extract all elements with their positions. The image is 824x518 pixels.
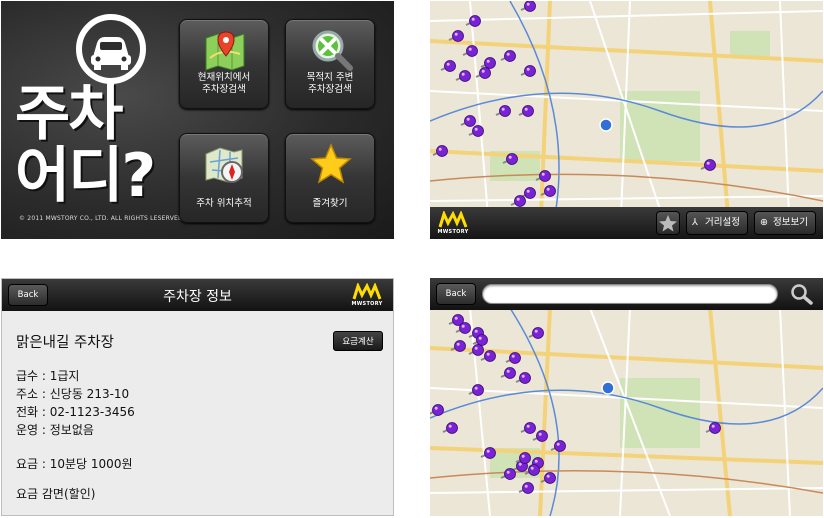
view-info-label: 정보보기 <box>773 217 808 228</box>
distance-icon: ⅄ <box>692 217 698 228</box>
info-navbar: Back 주차장 정보 MWSTORY <box>2 279 393 311</box>
map-compass-icon <box>205 147 243 183</box>
grade-text: 급수 : 1급지 <box>16 369 80 383</box>
operation-text: 운영 : 정보없음 <box>16 423 94 437</box>
back-button[interactable]: Back <box>436 283 476 305</box>
distance-setting-label: 거리설정 <box>705 217 740 228</box>
main-menu-screen: 주차 어디? © 2011 MWSTORY CO., LTD. ALL RIGH… <box>1 1 394 239</box>
map-canvas[interactable] <box>430 278 823 516</box>
mwstory-logo: MWSTORY <box>350 281 384 307</box>
parking-lot-name: 맑은내길 주차장 <box>16 335 114 351</box>
search-destination-parking-button[interactable]: 목적지 주변 주차장검색 <box>285 19 375 109</box>
map-pin-icon <box>205 31 245 71</box>
phone-text: 전화 : 02-1123-3456 <box>16 405 135 419</box>
favorite-toggle-button[interactable] <box>656 211 680 235</box>
fee-calculate-button[interactable]: 요금계산 <box>333 331 383 351</box>
current-location-marker <box>599 118 613 132</box>
map-toolbar: MWSTORY ⅄ 거리설정 ⊕ 정보보기 <box>430 207 823 239</box>
search-nearby-parking-button[interactable]: 현재위치에서 주차장검색 <box>179 19 269 109</box>
app-title-line1: 주차 <box>15 79 123 149</box>
search-x-icon <box>312 30 353 71</box>
search-nearby-parking-label: 현재위치에서 주차장검색 <box>197 72 251 95</box>
address-text: 주소 : 신당동 213-10 <box>16 387 130 401</box>
map-canvas[interactable] <box>430 1 823 239</box>
distance-setting-button[interactable]: ⅄ 거리설정 <box>686 211 748 235</box>
track-parking-location-button[interactable]: 주차 위치추적 <box>179 133 269 223</box>
app-title: 주차 어디? <box>15 79 156 211</box>
app-title-line2: 어디? <box>15 141 156 211</box>
mwstory-logo: MWSTORY <box>436 209 470 235</box>
star-icon <box>310 143 352 184</box>
search-map-screen: Back <box>430 278 823 516</box>
search-navbar: Back <box>430 278 823 310</box>
map-screen: MWSTORY ⅄ 거리설정 ⊕ 정보보기 <box>430 1 823 239</box>
star-icon <box>659 215 677 232</box>
copyright-text: © 2011 MWSTORY CO., LTD. ALL RIGHTS LESE… <box>19 215 185 222</box>
search-destination-parking-label: 목적지 주변 주차장검색 <box>306 72 354 95</box>
favorites-label: 즐겨찾기 <box>312 198 348 209</box>
search-input[interactable] <box>482 284 778 304</box>
page-title: 주차장 정보 <box>163 289 232 305</box>
favorites-button[interactable]: 즐겨찾기 <box>285 133 375 223</box>
plus-circle-icon: ⊕ <box>760 217 768 228</box>
fee-text: 요금 : 10분당 1000원 <box>16 457 133 471</box>
current-location-marker <box>601 381 615 395</box>
view-info-button[interactable]: ⊕ 정보보기 <box>754 211 816 235</box>
parking-info-screen: Back 주차장 정보 MWSTORY 맑은내길 주차장 요금계산 급수 : 1… <box>1 278 394 516</box>
track-parking-location-label: 주차 위치추적 <box>196 198 252 209</box>
magnifier-icon[interactable] <box>790 283 814 305</box>
discount-text: 요금 감면(할인) <box>16 487 96 501</box>
